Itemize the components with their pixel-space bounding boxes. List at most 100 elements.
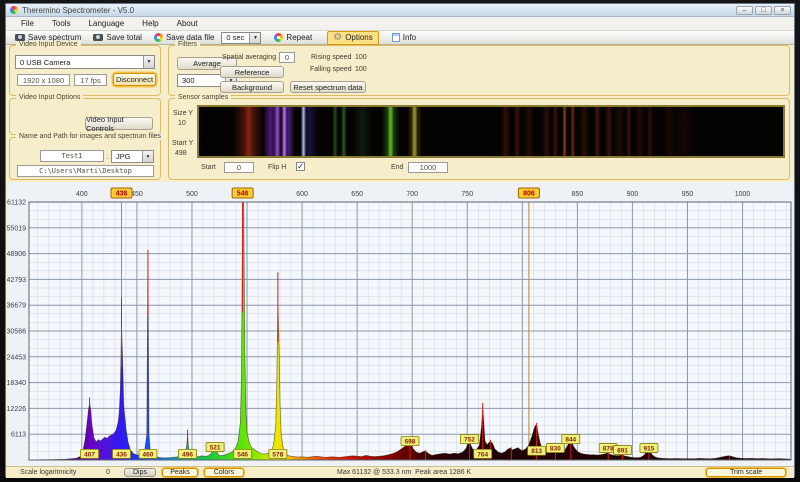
peak-label: 521 <box>210 445 221 452</box>
peak-label: 698 <box>405 439 416 446</box>
peak-label: 496 <box>182 451 193 458</box>
y-tick-label: 12226 <box>7 406 26 413</box>
start-y-label: Start Y <box>172 140 194 147</box>
video-input-device-group: Video Input Device 0 USB Camera ▼ 1920 x… <box>9 41 161 96</box>
calibration-label: 806 <box>523 191 535 198</box>
x-tick-label: 650 <box>351 191 363 198</box>
spectrum-chart: 4004505005506006507007508509009501000611… <box>7 182 793 466</box>
peak-label: 878 <box>603 446 614 453</box>
x-tick-label: 750 <box>461 191 473 198</box>
x-tick-label: 700 <box>406 191 418 198</box>
app-icon <box>10 6 18 14</box>
menu-language[interactable]: Language <box>80 19 134 28</box>
peak-label: 764 <box>477 451 488 458</box>
y-tick-label: 42793 <box>7 277 26 284</box>
filename-field[interactable]: Test1 <box>40 150 104 162</box>
format-select[interactable]: JPG ▼ <box>111 150 154 163</box>
peak-label: 915 <box>644 446 655 453</box>
scale-logaritmicity-value: 0 <box>106 469 110 476</box>
minimize-button[interactable]: – <box>736 6 753 15</box>
y-tick-label: 55019 <box>7 225 26 232</box>
color-wheel-icon <box>274 33 284 42</box>
falling-speed-label: Falling speed <box>310 66 352 73</box>
sensor-spectrum-strip <box>197 105 785 158</box>
start-y-value: 498 <box>175 150 187 157</box>
x-tick-label: 850 <box>572 191 584 198</box>
menu-about[interactable]: About <box>168 19 207 28</box>
resolution-field: 1920 x 1080 <box>17 74 70 86</box>
y-tick-label: 18340 <box>7 380 26 387</box>
gear-icon: ⚙ <box>333 31 343 43</box>
chevron-down-icon: ▼ <box>142 151 153 162</box>
peak-label: 830 <box>550 446 561 453</box>
spatial-averaging-field[interactable]: 0 <box>279 52 295 63</box>
x-tick-label: 600 <box>296 191 308 198</box>
chevron-down-icon: ▼ <box>143 56 154 68</box>
x-tick-label: 1000 <box>735 191 751 198</box>
toolbar: Save spectrum Save total Save data file … <box>6 30 794 45</box>
menu-help[interactable]: Help <box>133 19 167 28</box>
camera-select[interactable]: 0 USB Camera ▼ <box>15 55 155 69</box>
size-y-label: Size Y <box>173 110 194 117</box>
calibration-label: 436 <box>116 191 128 198</box>
peak-label: 546 <box>237 451 248 458</box>
rising-speed-value: 100 <box>355 54 367 61</box>
y-tick-label: 61132 <box>7 200 26 207</box>
files-group: Name and Path for images and spectrum fi… <box>9 133 165 180</box>
interval-select[interactable]: 0 sec ▼ <box>221 31 262 44</box>
reset-spectrum-button[interactable]: Reset spectrum data <box>290 81 366 93</box>
end-field[interactable]: 1000 <box>408 162 448 173</box>
x-tick-label: 950 <box>682 191 694 198</box>
y-tick-label: 48906 <box>7 251 26 258</box>
peak-label: 844 <box>565 437 576 444</box>
camera-icon <box>15 34 25 41</box>
peak-label: 813 <box>531 448 542 455</box>
dot-separator: . <box>107 154 109 161</box>
reference-button[interactable]: Reference <box>220 66 284 78</box>
options-button[interactable]: ⚙ Options <box>327 30 379 45</box>
peak-label: 578 <box>272 451 283 458</box>
rising-speed-label: Rising speed <box>311 54 352 61</box>
info-button[interactable]: Info <box>387 32 421 43</box>
desktop-background: Theremino Spectrometer - V5.0 – □ × File… <box>0 0 800 482</box>
y-tick-label: 24453 <box>7 354 26 361</box>
close-button[interactable]: × <box>774 6 791 15</box>
peak-label: 752 <box>464 437 475 444</box>
menu-tools[interactable]: Tools <box>43 19 80 28</box>
window-title: Theremino Spectrometer - V5.0 <box>22 5 135 15</box>
peak-label: 407 <box>84 451 95 458</box>
disconnect-button[interactable]: Disconnect <box>113 73 156 86</box>
falling-speed-value: 100 <box>355 66 367 73</box>
end-label: End <box>391 164 404 171</box>
menu-file[interactable]: File <box>12 19 43 28</box>
x-tick-label: 400 <box>76 191 88 198</box>
fps-field: 17 fps <box>74 74 107 86</box>
start-field[interactable]: 0 <box>224 162 254 173</box>
colors-button[interactable]: Colors <box>204 468 244 477</box>
title-bar[interactable]: Theremino Spectrometer - V5.0 – □ × <box>6 4 794 17</box>
flip-h-checkbox[interactable]: ✓ <box>296 162 305 171</box>
repeat-button[interactable]: Repeat <box>269 32 317 43</box>
trim-scale-button[interactable]: Trim scale <box>706 468 786 477</box>
peaks-button[interactable]: Peaks <box>162 468 198 477</box>
filters-group: Filters Average 300 ▼ Spatial averaging … <box>168 41 790 96</box>
background-button[interactable]: Background <box>220 81 284 93</box>
app-window: Theremino Spectrometer - V5.0 – □ × File… <box>5 3 795 478</box>
video-input-controls-button[interactable]: Video Input Controls <box>85 115 153 133</box>
peak-label: 460 <box>142 451 153 458</box>
group-title: Name and Path for images and spectrum fi… <box>16 133 165 140</box>
peak-label: 436 <box>116 451 127 458</box>
save-total-button[interactable]: Save total <box>88 32 147 43</box>
y-tick-label: 36679 <box>7 303 26 310</box>
dips-button[interactable]: Dips <box>124 468 156 477</box>
info-icon <box>391 33 400 42</box>
scale-logaritmicity-label: Scale logaritmicity <box>20 469 77 476</box>
flip-h-label: Flip H <box>268 164 287 171</box>
max-peak-status: Max 61132 @ 533.3 nm Peak area 1286 K <box>337 469 472 476</box>
y-tick-label: 6113 <box>11 432 26 439</box>
restore-button[interactable]: □ <box>755 6 772 15</box>
x-tick-label: 900 <box>627 191 639 198</box>
path-field[interactable]: C:\Users\Marti\Desktop <box>17 165 154 177</box>
calibration-label: 546 <box>237 191 249 198</box>
camera-icon <box>93 34 104 41</box>
